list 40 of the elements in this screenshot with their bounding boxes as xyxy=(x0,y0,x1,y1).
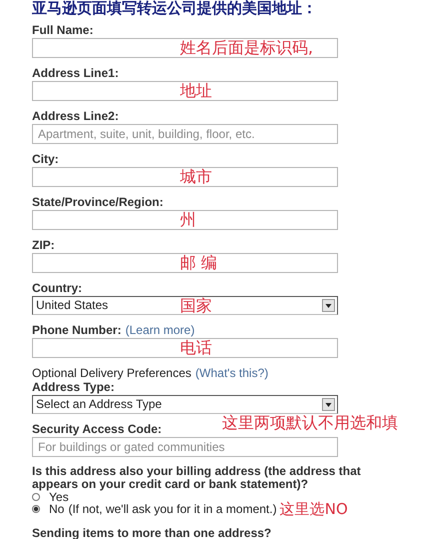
field-label: Security Access Code: xyxy=(32,422,162,436)
annotation-text: 这里两项默认不用选和填 xyxy=(222,414,398,432)
annotation-text: 这里选NO xyxy=(280,503,348,515)
annotation-text: 州 xyxy=(180,211,196,229)
whats-this-link[interactable]: (What's this?) xyxy=(195,366,268,380)
caret-icon xyxy=(322,398,335,411)
field-label: State/Province/Region: xyxy=(32,195,164,209)
option-label: No xyxy=(49,503,64,515)
option-note: (If not, we'll ask you for it in a moment.) xyxy=(68,503,277,515)
dropdown[interactable]: Select an Address Type xyxy=(32,395,338,414)
field-label: City: xyxy=(32,152,59,166)
field-label: ZIP: xyxy=(32,238,55,252)
input-field[interactable] xyxy=(32,210,338,230)
field-label: Phone Number: xyxy=(32,323,122,337)
annotation-text: 城市 xyxy=(180,168,212,186)
input-field[interactable] xyxy=(32,338,338,358)
radio-button[interactable] xyxy=(32,505,40,513)
page-heading: 亚马逊页面填写转运公司提供的美国地址： xyxy=(31,0,318,17)
input-field[interactable] xyxy=(32,81,338,101)
field-label: Full Name: xyxy=(32,23,94,37)
annotation-text: 国家 xyxy=(180,297,212,315)
annotation-text: 姓名后面是标识码, xyxy=(180,39,314,57)
field-label: Address Type: xyxy=(32,380,114,394)
section-title: Optional Delivery Preferences xyxy=(32,366,192,380)
annotation-text: 电话 xyxy=(180,339,212,357)
field-label: Address Line1: xyxy=(32,66,119,80)
input-field[interactable] xyxy=(32,253,338,273)
annotation-text: 邮 编 xyxy=(180,254,218,272)
input-field[interactable]: For buildings or gated communities xyxy=(32,437,338,457)
caret-icon xyxy=(322,299,335,312)
option-label: Yes xyxy=(49,491,69,503)
input-field[interactable] xyxy=(32,38,338,58)
billing-question: Is this address also your billing address (the address that appears on your credit card or bank statement)? xyxy=(32,465,362,491)
radio-button[interactable] xyxy=(32,493,40,501)
field-label: Country: xyxy=(32,281,82,295)
input-field[interactable] xyxy=(32,167,338,187)
input-field[interactable]: Apartment, suite, unit, building, floor, etc. xyxy=(32,124,338,144)
annotation-text: 地址 xyxy=(180,82,212,100)
learn-more-link[interactable]: (Learn more) xyxy=(125,323,195,337)
field-label: Address Line2: xyxy=(32,109,119,123)
